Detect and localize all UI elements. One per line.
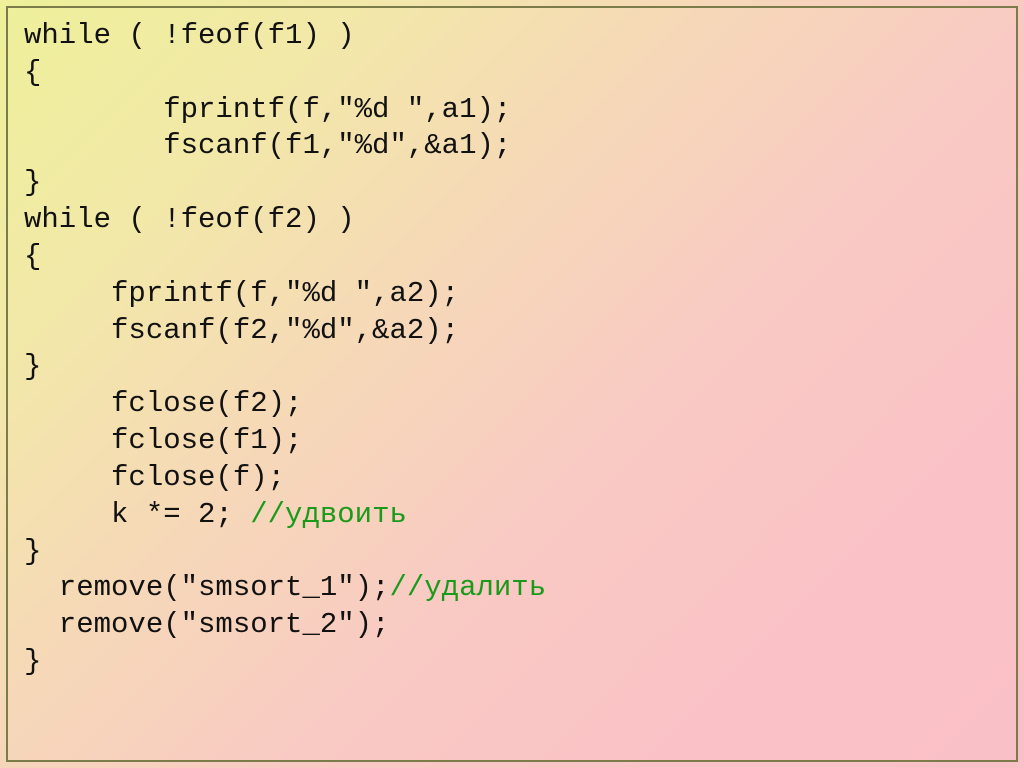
code-comment: //удвоить — [250, 498, 407, 531]
code-line: k *= 2; — [24, 498, 250, 531]
code-line: { — [24, 56, 41, 89]
slide-frame: while ( !feof(f1) ) { fprintf(f,"%d ",a1… — [6, 6, 1018, 762]
code-line: fscanf(f2,"%d",&a2); — [24, 314, 459, 347]
code-line: while ( !feof(f2) ) — [24, 203, 355, 236]
code-line: fclose(f2); — [24, 387, 302, 420]
code-line: } — [24, 645, 41, 678]
code-line: fclose(f); — [24, 461, 285, 494]
code-line: fprintf(f,"%d ",a1); — [24, 93, 511, 126]
code-line: fscanf(f1,"%d",&a1); — [24, 129, 511, 162]
code-line: { — [24, 240, 41, 273]
code-line: remove("smsort_1"); — [24, 571, 389, 604]
code-comment: //удалить — [389, 571, 546, 604]
slide-background: while ( !feof(f1) ) { fprintf(f,"%d ",a1… — [0, 0, 1024, 768]
code-line: fprintf(f,"%d ",a2); — [24, 277, 459, 310]
code-block: while ( !feof(f1) ) { fprintf(f,"%d ",a1… — [24, 18, 1000, 681]
code-line: while ( !feof(f1) ) — [24, 19, 355, 52]
code-line: fclose(f1); — [24, 424, 302, 457]
code-line: } — [24, 535, 41, 568]
code-line: } — [24, 166, 41, 199]
code-line: } — [24, 350, 41, 383]
code-line: remove("smsort_2"); — [24, 608, 389, 641]
